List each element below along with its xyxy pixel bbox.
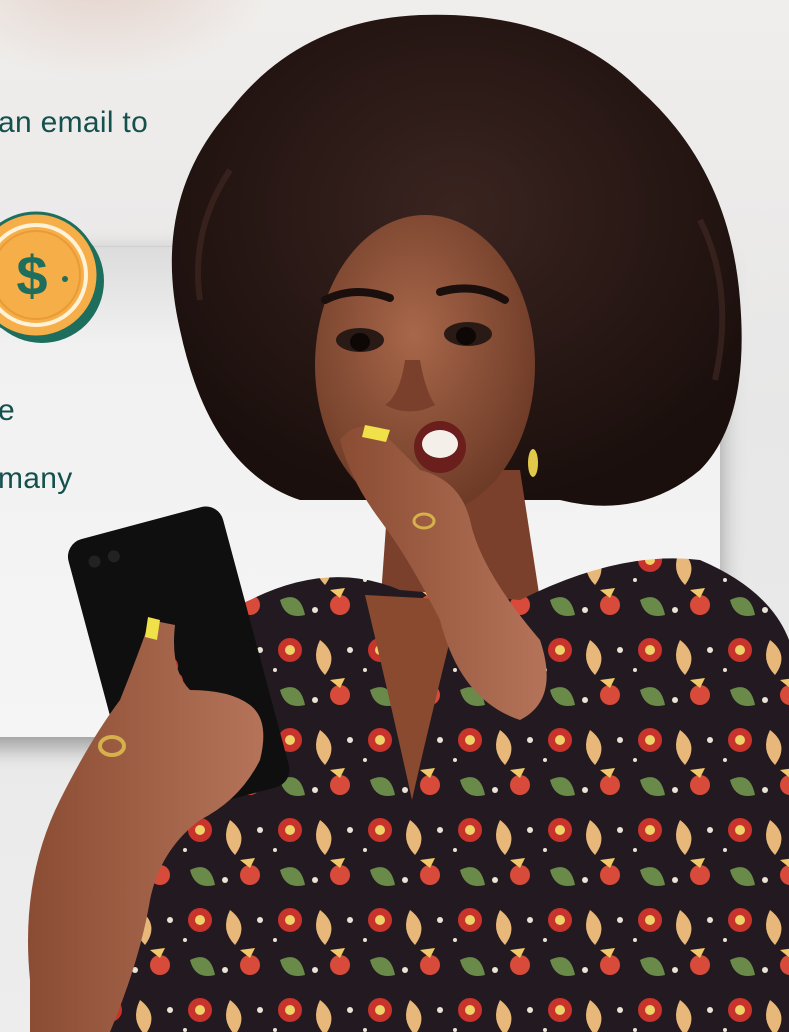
- woman-photo: 23: [28, 14, 789, 1032]
- page: an email to $ e many: [0, 0, 789, 1032]
